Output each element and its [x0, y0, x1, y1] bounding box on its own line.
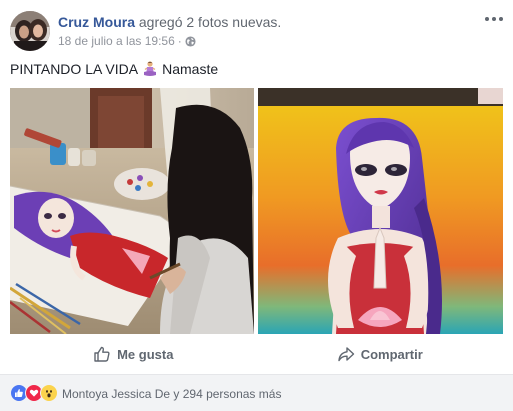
wow-reaction-icon — [40, 384, 58, 402]
photo-girl-painting-canvas[interactable] — [10, 88, 254, 334]
share-button[interactable]: Compartir — [257, 338, 504, 370]
reactions-summary-bar: Montoya Jessica De y 294 personas más — [0, 374, 513, 411]
post-header-line: Cruz Moura agregó 2 fotos nuevas. — [58, 13, 281, 31]
meditation-emoji-icon — [141, 60, 159, 78]
post-meta: 18 de julio a las 19:56 · — [58, 34, 196, 48]
post-action-bar: Me gusta Compartir — [10, 338, 503, 370]
more-dot — [485, 17, 489, 21]
meta-separator: · — [177, 34, 182, 48]
globe-icon[interactable] — [185, 35, 196, 47]
reactors-summary-link[interactable]: Montoya Jessica De y 294 personas más — [62, 387, 281, 401]
like-button-label: Me gusta — [117, 346, 174, 362]
author-name-link[interactable]: Cruz Moura — [58, 14, 135, 30]
photo-finished-painting-woman-namaste[interactable] — [258, 88, 503, 334]
more-dot — [492, 17, 496, 21]
like-button[interactable]: Me gusta — [10, 338, 257, 370]
share-arrow-icon — [337, 347, 354, 362]
thumbs-up-icon — [94, 346, 110, 362]
reaction-icons[interactable] — [10, 384, 58, 402]
share-button-label: Compartir — [360, 346, 423, 362]
post-text-after: Namaste — [162, 61, 219, 77]
post-timestamp-link[interactable]: 18 de julio a las 19:56 — [58, 34, 175, 48]
feed-post: Cruz Moura agregó 2 fotos nuevas. 18 de … — [0, 0, 513, 411]
author-avatar[interactable] — [10, 11, 50, 51]
post-text-main: PINTANDO LA VIDA — [10, 61, 139, 77]
more-dot — [499, 17, 503, 21]
post-action-text: agregó 2 fotos nuevas. — [138, 14, 282, 30]
post-options-icon[interactable] — [485, 12, 503, 26]
post-text: PINTANDO LA VIDA Namaste — [10, 60, 218, 78]
